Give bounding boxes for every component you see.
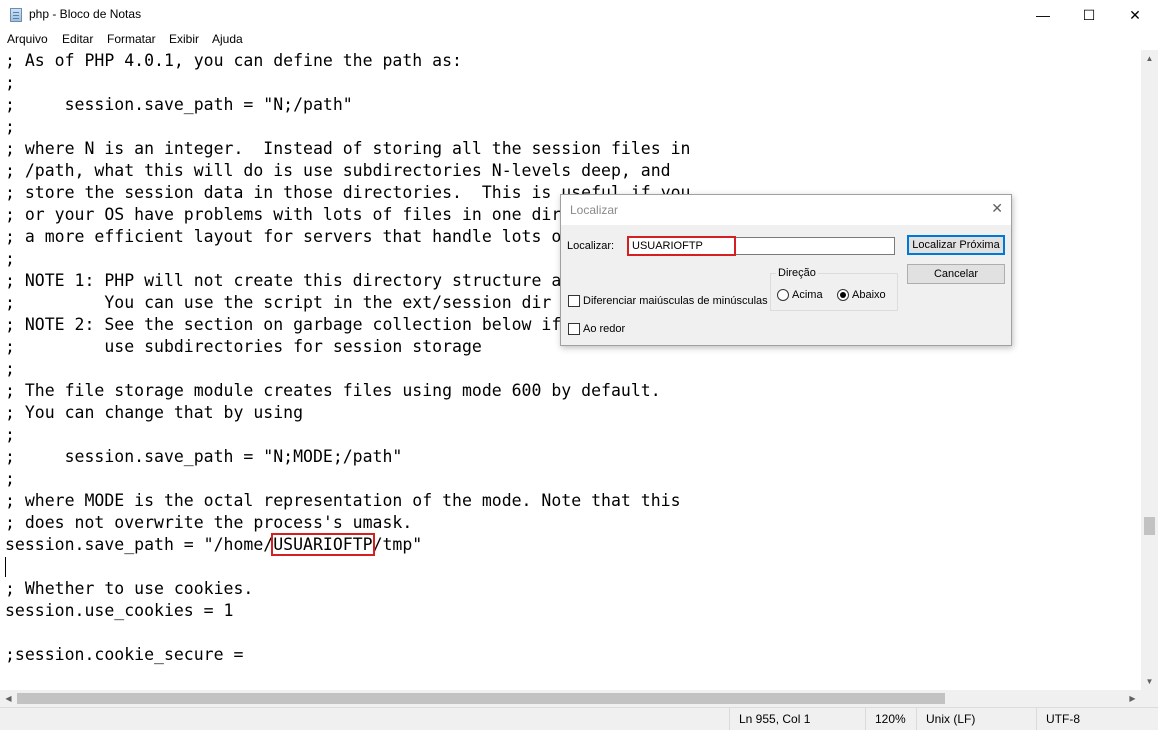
direction-down-radio[interactable] <box>837 289 849 301</box>
direction-up-radio[interactable] <box>777 289 789 301</box>
close-icon: ✕ <box>1129 6 1141 23</box>
find-dialog-title: Localizar <box>570 203 619 217</box>
text-line: ; <box>5 117 15 136</box>
direction-up-label[interactable]: Acima <box>792 289 823 301</box>
text-line: ; where N is an integer. Instead of stor… <box>5 139 691 158</box>
status-bar: Ln 955, Col 1 120% Unix (LF) UTF-8 <box>0 707 1158 730</box>
text-line: ; /path, what this will do is use subdir… <box>5 161 671 180</box>
direction-down-label[interactable]: Abaixo <box>852 289 886 301</box>
status-zoom: 120% <box>865 708 916 730</box>
vertical-scrollbar[interactable]: ▲ ▼ <box>1141 50 1158 690</box>
close-icon[interactable]: ✕ <box>991 200 1003 217</box>
text-line: session.use_cookies = 1 <box>5 601 234 620</box>
scroll-down-icon[interactable]: ▼ <box>1141 673 1158 690</box>
vertical-scroll-thumb[interactable] <box>1144 517 1155 535</box>
text-caret <box>5 557 6 577</box>
text-line: ; session.save_path = "N;/path" <box>5 95 353 114</box>
horizontal-scroll-thumb[interactable] <box>17 693 945 704</box>
direction-label: Direção <box>776 267 818 279</box>
menu-editar[interactable]: Editar <box>62 32 93 46</box>
status-encoding: UTF-8 <box>1036 708 1158 730</box>
text-line: ; <box>5 425 15 444</box>
maximize-button[interactable]: ☐ <box>1066 0 1112 30</box>
text-line: ; <box>5 249 15 268</box>
menu-exibir[interactable]: Exibir <box>169 32 199 46</box>
find-input[interactable]: USUARIOFTP <box>627 236 895 256</box>
text-line: ; does not overwrite the process's umask… <box>5 513 413 532</box>
text-line: ; The file storage module creates files … <box>5 381 661 400</box>
text-line: ; Whether to use cookies. <box>5 579 254 598</box>
wrap-around-label[interactable]: Ao redor <box>583 323 625 335</box>
match-case-checkbox[interactable] <box>568 295 580 307</box>
scrollbar-corner <box>1141 690 1158 707</box>
scroll-right-icon[interactable]: ▶ <box>1124 690 1141 707</box>
menu-arquivo[interactable]: Arquivo <box>7 32 48 46</box>
find-next-button[interactable]: Localizar Próxima <box>907 235 1005 255</box>
text-line: ; <box>5 359 15 378</box>
wrap-around-checkbox[interactable] <box>568 323 580 335</box>
save-path-suffix: /tmp" <box>372 535 423 554</box>
find-dialog: Localizar ✕ Localizar: USUARIOFTP Locali… <box>560 194 1012 346</box>
find-dialog-title-bar[interactable]: Localizar ✕ <box>561 195 1011 225</box>
text-line: ; where MODE is the octal representation… <box>5 491 681 510</box>
maximize-icon: ☐ <box>1082 6 1096 23</box>
notepad-icon <box>10 8 22 22</box>
match-case-label[interactable]: Diferenciar maiúsculas de minúsculas <box>583 295 768 307</box>
menu-ajuda[interactable]: Ajuda <box>212 32 243 46</box>
text-line: ; session.save_path = "N;MODE;/path" <box>5 447 403 466</box>
minimize-icon: — <box>1036 7 1050 23</box>
search-match-highlight: USUARIOFTP <box>271 533 375 556</box>
window-title: php - Bloco de Notas <box>29 7 142 21</box>
text-line: ; <box>5 469 15 488</box>
close-button[interactable]: ✕ <box>1112 0 1158 30</box>
save-path-prefix: session.save_path = "/home/ <box>5 535 274 554</box>
minimize-button[interactable]: — <box>1020 0 1066 30</box>
scroll-left-icon[interactable]: ◀ <box>0 690 17 707</box>
title-bar: php - Bloco de Notas — ☐ ✕ <box>0 0 1158 30</box>
text-line: ; As of PHP 4.0.1, you can define the pa… <box>5 51 462 70</box>
text-line: ; use subdirectories for session storage <box>5 337 482 356</box>
find-input-value: USUARIOFTP <box>627 236 736 256</box>
text-line: ; You can change that by using <box>5 403 304 422</box>
save-path-line: session.save_path = "/home/USUARIOFTP/tm… <box>5 533 423 556</box>
menu-formatar[interactable]: Formatar <box>107 32 156 46</box>
horizontal-scrollbar[interactable]: ◀ ▶ <box>0 690 1141 707</box>
text-editor[interactable]: ; As of PHP 4.0.1, you can define the pa… <box>0 50 1141 690</box>
cancel-button[interactable]: Cancelar <box>907 264 1005 284</box>
find-label: Localizar: <box>567 240 615 252</box>
scroll-up-icon[interactable]: ▲ <box>1141 50 1158 67</box>
menu-bar: Arquivo Editar Formatar Exibir Ajuda <box>0 30 1158 49</box>
text-line: ;session.cookie_secure = <box>5 645 244 664</box>
status-position: Ln 955, Col 1 <box>729 708 865 730</box>
text-line: ; <box>5 73 15 92</box>
status-line-ending: Unix (LF) <box>916 708 1036 730</box>
